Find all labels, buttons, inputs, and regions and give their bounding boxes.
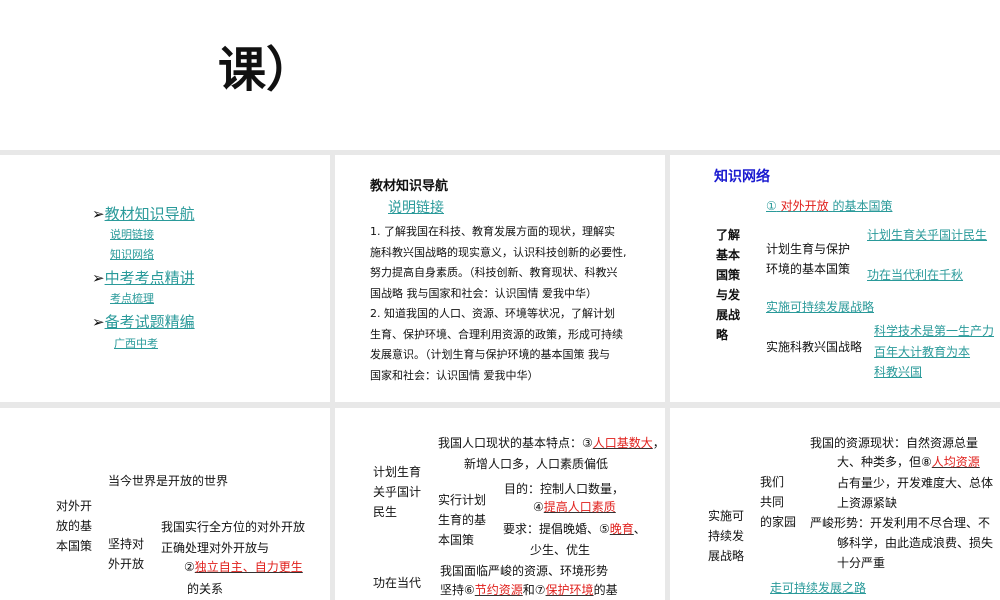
text: 少生、优生 <box>530 543 591 557</box>
text: 上资源紧缺 <box>837 496 898 510</box>
nav-item-2[interactable]: ➢中考考点精讲 <box>92 269 195 287</box>
nav-item-3[interactable]: ➢备考试题精编 <box>92 313 195 331</box>
link[interactable]: 科教兴国 <box>874 365 922 379</box>
objective-line: 施科教兴国战略的现实意义，认识科技创新的必要性, <box>370 245 627 259</box>
nav-sub-link[interactable]: 知识网络 <box>110 248 154 261</box>
left-label: 对外开 放的基 本国策 <box>56 499 93 553</box>
answer-4: ④提高人口素质 <box>533 500 616 514</box>
objective-line: 努力提高自身素质。（科技创新、教育现状、科教兴 <box>370 266 618 279</box>
text: 够科学，由此造成浪费、损失 <box>837 536 994 550</box>
mid-label: 实行计划 生育的基 本国策 <box>438 493 487 547</box>
left-label-line: 基本 <box>716 248 741 262</box>
nav-link[interactable]: 中考考点精讲 <box>105 269 195 287</box>
left-label-line: 与发 <box>716 288 741 302</box>
left-label-line: 了解 <box>716 228 741 242</box>
top-area: 课） <box>0 0 1000 150</box>
nav-link[interactable]: 教材知识导航 <box>105 205 195 223</box>
left-label-line: 略 <box>716 328 729 342</box>
mid-label-2: 实施科教兴国战略 <box>766 340 863 354</box>
section-heading: 知识网络 <box>714 169 770 185</box>
objective-line: 2. 知道我国的人口、资源、环境等状况，了解计划 <box>370 307 615 320</box>
slide-thumbnail-3[interactable]: 知识网络 ① 对外开放 的基本国策 计划生育与保护 环境的基本国策 计划生育关乎国… <box>670 155 1000 402</box>
text: 十分严重 <box>837 556 886 570</box>
text: 我国人口现状的基本特点：③人口基数大， <box>438 436 665 450</box>
objective-line: 国家和社会：认识国情 爱我中华） <box>370 368 539 382</box>
nav-sub-link[interactable]: 说明链接 <box>110 228 154 241</box>
left-label-line: 国策 <box>716 268 741 282</box>
link[interactable]: 实施可持续发展战略 <box>766 300 874 314</box>
answer-8: 大、种类多，但⑧人均资源 <box>837 455 980 469</box>
slide-thumbnail-1[interactable]: ➢教材知识导航 说明链接 知识网络 ➢中考考点精讲 考点梳理 ➢备考试题精编 广… <box>0 155 330 402</box>
text: 要求：提倡晚婚、⑤晚育、 <box>503 522 646 536</box>
slide-thumbnail-2[interactable]: 教材知识导航 说明链接 1. 了解我国在科技、教育发展方面的现状，理解实 施科教兴… <box>335 155 665 402</box>
link[interactable]: 功在当代利在千秋 <box>867 268 963 282</box>
link[interactable]: 科学技术是第一生产力 <box>874 324 994 338</box>
text: 正确处理对外开放与 <box>161 541 270 555</box>
text: 我国面临严峻的资源、环境形势 <box>440 564 609 578</box>
left-label: 实施可 持续发 展战略 <box>708 509 745 563</box>
text: 严峻形势：开发利用不尽合理、不 <box>810 516 991 530</box>
link[interactable]: 计划生育关乎国计民生 <box>867 228 987 242</box>
objective-line: 发展意识。（计划生育与保护环境的基本国策 我与 <box>370 348 610 361</box>
left-label: 计划生育 关乎国计 民生 <box>373 465 422 519</box>
text: 新增人口多，人口素质偏低 <box>464 457 609 471</box>
text: 我国实行全方位的对外开放 <box>161 520 306 534</box>
text: 我国的资源现状：自然资源总量 <box>810 436 979 450</box>
text: 的关系 <box>187 582 224 596</box>
nav-sub-link[interactable]: 广西中考 <box>114 337 158 350</box>
nav-item-1[interactable]: ➢教材知识导航 <box>92 205 195 223</box>
nav-link[interactable]: 备考试题精编 <box>105 313 195 331</box>
mid-label-1: 计划生育与保护 环境的基本国策 <box>766 242 851 276</box>
text: 占有量少，开发难度大、总体 <box>837 476 994 490</box>
sustainable-development-link[interactable]: 走可持续发展之路 <box>770 581 866 595</box>
objective-line: 生育、保护环境、合理利用资源的政策，形成可持续 <box>370 327 623 341</box>
left-label-line: 展战 <box>716 308 741 322</box>
text: 当今世界是开放的世界 <box>108 474 229 488</box>
explain-link[interactable]: 说明链接 <box>388 200 444 217</box>
answer-link-1[interactable]: ① 对外开放 的基本国策 <box>766 199 892 213</box>
slide-thumbnail-4[interactable]: 当今世界是开放的世界 对外开 放的基 本国策 坚持对 外开放 我国实行全方位的对外开放… <box>0 408 330 600</box>
answer-2: ②独立自主、自力更生 <box>184 560 303 574</box>
text: 目的：控制人口数量， <box>504 482 625 496</box>
link[interactable]: 百年大计教育为本 <box>874 345 970 359</box>
mid-label: 坚持对 外开放 <box>108 537 145 571</box>
slide-thumbnail-5[interactable]: 我国人口现状的基本特点：③人口基数大， 新增人口多，人口素质偏低 计划生育 关乎国… <box>335 408 665 600</box>
mid-label: 我们 共同 的家园 <box>760 475 797 529</box>
objective-line: 国战略 我与国家和社会：认识国情 爱我中华） <box>370 286 597 300</box>
left-label-2: 功在当代 <box>373 576 422 590</box>
slide-thumbnail-6[interactable]: 实施可 持续发 展战略 我们 共同 的家园 我国的资源现状：自然资源总量 大、种类多，但… <box>670 408 1000 600</box>
nav-sub-link[interactable]: 考点梳理 <box>110 292 154 305</box>
objective-line: 1. 了解我国在科技、教育发展方面的现状，理解实 <box>370 225 615 238</box>
slide-title: 课） <box>218 42 315 98</box>
text: 坚持⑥节约资源和⑦保护环境的基 <box>440 583 618 597</box>
section-heading: 教材知识导航 <box>370 179 449 194</box>
